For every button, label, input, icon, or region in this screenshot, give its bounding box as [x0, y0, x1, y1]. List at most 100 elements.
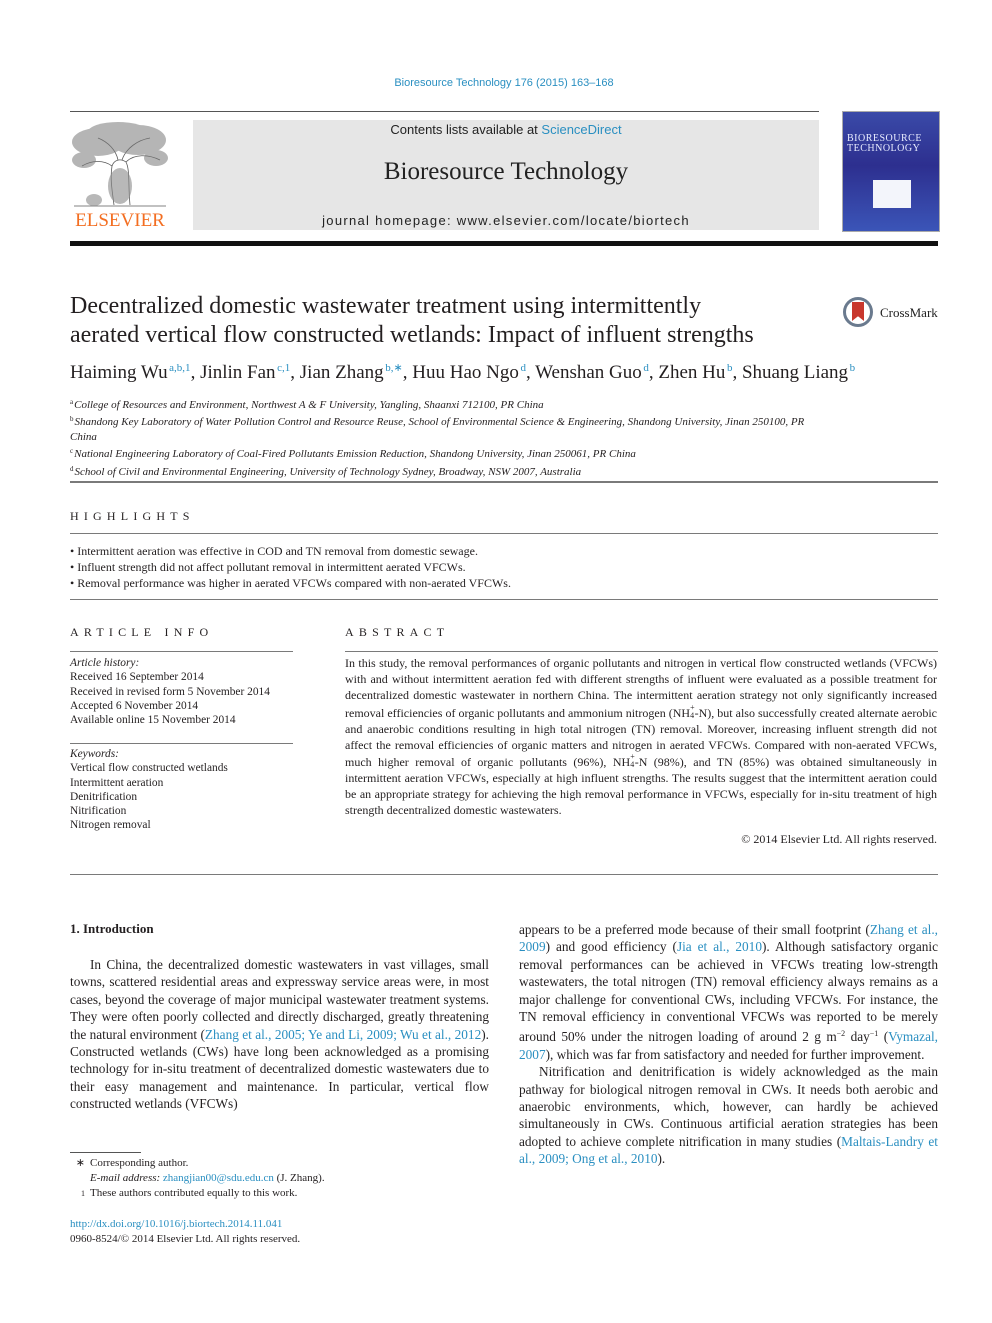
cover-title: BIORESOURCE TECHNOLOGY — [847, 134, 937, 154]
text: ) and good efficiency ( — [545, 939, 677, 955]
author-affiliation-mark[interactable]: b,∗ — [385, 362, 402, 374]
footnote-mark: ∗ — [75, 1157, 85, 1169]
article-history: Article history: Received 16 September 2… — [70, 656, 300, 727]
journal-citation-link[interactable]: Bioresource Technology 176 (2015) 163–16… — [0, 77, 992, 89]
section-divider — [70, 481, 938, 483]
affiliation: bShandong Key Laboratory of Water Pollut… — [70, 412, 810, 444]
body-column-right: appears to be a preferred mode because o… — [519, 921, 938, 1168]
footnote-equal-contribution: 1 These authors contributed equally to th… — [70, 1186, 490, 1201]
paper-title-line: Decentralized domestic wastewater treatm… — [70, 293, 702, 319]
journal-cover-image[interactable]: BIORESOURCE TECHNOLOGY — [842, 111, 940, 232]
author-list: Haiming Wu a,b,1, Jinlin Fan c,1, Jian Z… — [70, 362, 856, 383]
affiliation-text: College of Resources and Environment, No… — [74, 399, 544, 411]
affiliation-mark: b — [70, 415, 74, 424]
affiliation-mark: a — [70, 398, 74, 406]
highlights-heading: HIGHLIGHTS — [70, 509, 195, 523]
keyword: Nitrogen removal — [70, 819, 151, 832]
author[interactable]: Jian Zhang b,∗ — [300, 362, 403, 383]
section-divider — [70, 533, 938, 534]
paper-title: Decentralized domestic wastewater treatm… — [70, 292, 830, 350]
section-divider — [70, 874, 938, 875]
author-name: Huu Hao Ngo — [412, 362, 519, 383]
footnote-mark — [70, 1171, 90, 1186]
paragraph: appears to be a preferred mode because o… — [519, 921, 938, 1063]
section-divider — [70, 743, 293, 744]
author[interactable]: Zhen Hu b — [658, 362, 732, 383]
author-affiliation-mark[interactable]: d — [520, 362, 526, 374]
author-affiliation-mark[interactable]: b — [727, 362, 733, 374]
abstract-text: In this study, the removal performances … — [345, 656, 937, 819]
author-name: Shuang Liang — [741, 362, 849, 383]
footnote-email: E-mail address: zhangjian00@sdu.edu.cn (… — [70, 1171, 490, 1186]
superscript: −2 — [836, 1029, 846, 1039]
text: day — [845, 1029, 870, 1045]
introduction-heading: 1. Introduction — [70, 921, 154, 936]
journal-masthead: Contents lists available at ScienceDirec… — [193, 120, 819, 230]
author-name: Haiming Wu — [70, 362, 168, 383]
author[interactable]: Jinlin Fan c,1 — [200, 362, 290, 383]
doi-link[interactable]: http://dx.doi.org/10.1016/j.biortech.201… — [70, 1218, 282, 1230]
section-divider — [70, 599, 938, 600]
text: ( — [878, 1029, 889, 1045]
author-affiliation-mark[interactable]: b — [850, 362, 856, 374]
history-entry: Received 16 September 2014 — [70, 671, 204, 684]
paragraph: In China, the decentralized domestic was… — [70, 956, 489, 1113]
highlights-list: Intermittent aeration was effective in C… — [70, 543, 930, 591]
section-divider — [70, 651, 293, 652]
article-info-heading: ARTICLE INFO — [70, 625, 214, 639]
author-name: Jian Zhang — [299, 362, 384, 383]
keyword: Nitrification — [70, 805, 127, 818]
journal-homepage[interactable]: journal homepage: www.elsevier.com/locat… — [193, 213, 819, 228]
issn-line: 0960-8524/© 2014 Elsevier Ltd. All right… — [70, 1233, 301, 1245]
affiliation: aCollege of Resources and Environment, N… — [70, 395, 810, 412]
contents-prefix: Contents lists available at — [390, 122, 542, 137]
highlight-item: Removal performance was higher in aerate… — [70, 575, 930, 591]
author[interactable]: Shuang Liang b — [742, 362, 855, 383]
author-name: Zhen Hu — [658, 362, 726, 383]
keyword: Denitrification — [70, 790, 138, 803]
affiliation-mark: d — [70, 464, 74, 473]
author-name: Wenshan Guo — [535, 362, 642, 383]
paper-title-line: aerated vertical flow constructed wetlan… — [70, 322, 754, 348]
author[interactable]: Haiming Wu a,b,1 — [70, 362, 191, 383]
text: appears to be a preferred mode because o… — [519, 922, 870, 937]
section-divider — [345, 651, 938, 652]
body-column-left: In China, the decentralized domestic was… — [70, 956, 489, 1113]
author-affiliation-mark[interactable]: d — [643, 362, 649, 374]
affiliations: aCollege of Resources and Environment, N… — [70, 395, 810, 479]
cover-graphic — [873, 180, 911, 208]
email-label: E-mail address: — [90, 1172, 161, 1184]
footnote-mark: 1 — [81, 1189, 85, 1198]
keyword: Intermittent aeration — [70, 776, 164, 789]
history-entry: Received in revised form 5 November 2014 — [70, 685, 270, 698]
affiliation-text: Shandong Key Laboratory of Water Polluti… — [70, 416, 805, 443]
history-label: Article history: — [70, 657, 140, 669]
contents-line: Contents lists available at ScienceDirec… — [193, 122, 819, 137]
affiliation: cNational Engineering Laboratory of Coal… — [70, 444, 810, 461]
abstract-copyright: © 2014 Elsevier Ltd. All rights reserved… — [741, 832, 937, 846]
paragraph: Nitrification and denitrification is wid… — [519, 1063, 938, 1167]
header-heavy-rule — [70, 241, 938, 246]
author[interactable]: Wenshan Guo d — [535, 362, 649, 383]
sciencedirect-link[interactable]: ScienceDirect — [541, 122, 621, 137]
tree-icon — [72, 122, 168, 207]
footnote-rule — [70, 1152, 141, 1153]
abstract-heading: ABSTRACT — [345, 625, 450, 639]
affiliation-text: National Engineering Laboratory of Coal-… — [74, 448, 636, 461]
author-affiliation-mark[interactable]: c,1 — [277, 362, 290, 374]
email-link[interactable]: zhangjian00@sdu.edu.cn — [163, 1172, 274, 1184]
text: ). — [657, 1151, 666, 1167]
history-entry: Available online 15 November 2014 — [70, 714, 236, 727]
crossmark-button[interactable]: CrossMark — [843, 297, 943, 333]
footnote-text: These authors contributed equally to thi… — [90, 1187, 298, 1199]
elsevier-wordmark: ELSEVIER — [75, 210, 165, 231]
citation-link[interactable]: Jia et al., 2010 — [677, 939, 762, 954]
citation-link[interactable]: Zhang et al., 2005; Ye and Li, 2009; Wu … — [205, 1027, 481, 1042]
doi-block: http://dx.doi.org/10.1016/j.biortech.201… — [70, 1217, 300, 1247]
affiliation-mark: c — [70, 447, 74, 456]
highlight-item: Intermittent aeration was effective in C… — [70, 543, 930, 559]
footnotes: ∗ Corresponding author. E-mail address: z… — [70, 1156, 490, 1201]
author[interactable]: Huu Hao Ngo d — [412, 362, 526, 383]
crossmark-label: CrossMark — [880, 305, 938, 320]
author-affiliation-mark[interactable]: a,b,1 — [169, 362, 190, 374]
